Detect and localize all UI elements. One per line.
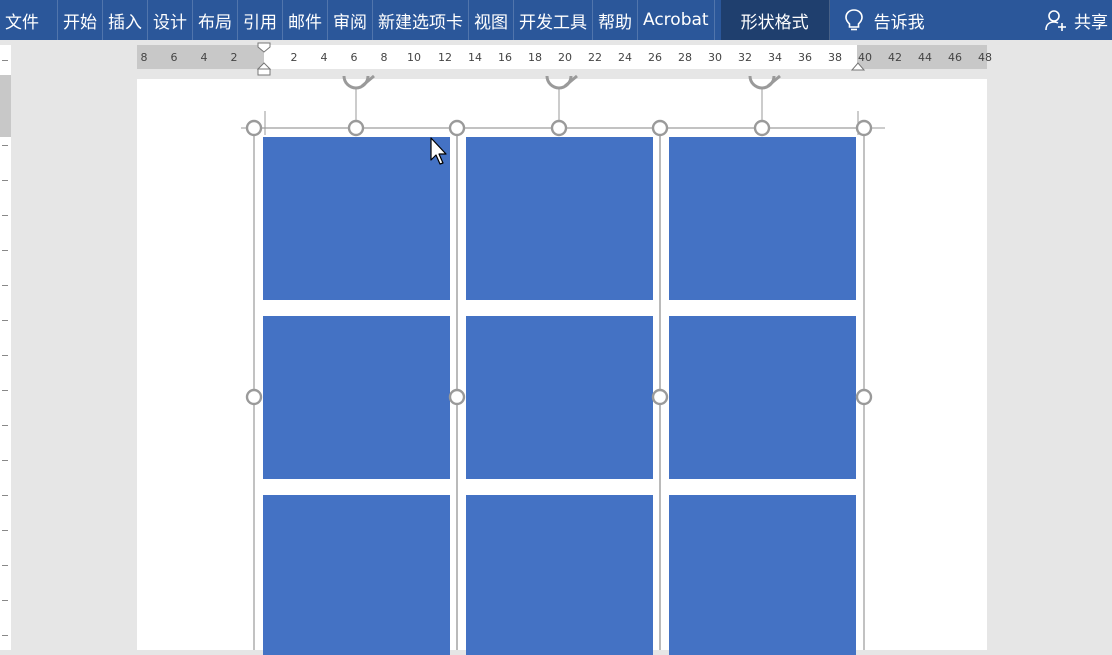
tab-shape-format[interactable]: 形状格式 <box>720 0 830 40</box>
ruler-tick: 12 <box>438 51 452 64</box>
share-label: 共享 <box>1074 12 1108 33</box>
ruler-mark <box>2 530 8 531</box>
tell-me-box[interactable]: 告诉我 <box>844 0 935 40</box>
shape-rectangle[interactable] <box>263 316 450 479</box>
ruler-mark <box>2 60 8 61</box>
tab-developer[interactable]: 开发工具 <box>514 0 593 40</box>
ruler-mark <box>2 600 8 601</box>
tab-label: 开始 <box>63 12 97 33</box>
ruler-tick: 22 <box>588 51 602 64</box>
tab-file[interactable]: 文件 <box>0 0 58 40</box>
ruler-mark <box>2 320 8 321</box>
ruler-tick: 16 <box>498 51 512 64</box>
ruler-tick: 18 <box>528 51 542 64</box>
tab-label: 审阅 <box>333 12 367 33</box>
ruler-tick: 6 <box>350 51 358 64</box>
ruler-tick: 8 <box>140 51 148 64</box>
ruler-tick: 30 <box>708 51 722 64</box>
tab-new-tab[interactable]: 新建选项卡 <box>373 0 469 40</box>
ruler-mark <box>2 215 8 216</box>
person-add-icon <box>1044 8 1068 32</box>
shape-rectangle[interactable] <box>669 316 856 479</box>
indent-marker-icon[interactable] <box>257 42 271 76</box>
ruler-mark <box>2 355 8 356</box>
shape-rectangle[interactable] <box>466 137 653 300</box>
lightbulb-icon <box>844 8 864 32</box>
ruler-tick: 4 <box>200 51 208 64</box>
shape-rectangle[interactable] <box>669 495 856 655</box>
ruler-tick: 48 <box>978 51 992 64</box>
tab-label: 邮件 <box>288 12 322 33</box>
ruler-tick: 32 <box>738 51 752 64</box>
ruler-tick: 10 <box>407 51 421 64</box>
tab-mailings[interactable]: 邮件 <box>283 0 328 40</box>
ruler-tick: 2 <box>230 51 238 64</box>
shape-rectangle[interactable] <box>263 495 450 655</box>
ruler-tick: 28 <box>678 51 692 64</box>
ruler-mark <box>2 390 8 391</box>
share-button[interactable]: 共享 <box>1044 0 1112 40</box>
ruler-tick: 20 <box>558 51 572 64</box>
tab-home[interactable]: 开始 <box>58 0 103 40</box>
ruler-tick: 8 <box>380 51 388 64</box>
tab-references[interactable]: 引用 <box>238 0 283 40</box>
tab-view[interactable]: 视图 <box>469 0 514 40</box>
ruler-mark <box>2 425 8 426</box>
ruler-tick: 34 <box>768 51 782 64</box>
ruler-mark <box>2 495 8 496</box>
tab-label: 布局 <box>198 12 232 33</box>
ruler-tick: 36 <box>798 51 812 64</box>
ruler-mark <box>2 145 8 146</box>
tab-label: 形状格式 <box>740 12 809 33</box>
tab-label: 帮助 <box>598 12 632 33</box>
document-page[interactable] <box>137 79 987 655</box>
shape-rectangle[interactable] <box>466 495 653 655</box>
ruler-tick: 14 <box>468 51 482 64</box>
ruler-mark <box>2 635 8 636</box>
ruler-tick: 38 <box>828 51 842 64</box>
tab-layout[interactable]: 布局 <box>193 0 238 40</box>
ruler-mark <box>2 180 8 181</box>
tab-label: Acrobat <box>643 10 709 30</box>
tab-label: 视图 <box>474 12 508 33</box>
tab-label: 新建选项卡 <box>378 12 463 33</box>
ruler-mark <box>2 565 8 566</box>
ruler-tick: 26 <box>648 51 662 64</box>
ruler-tick: 6 <box>170 51 178 64</box>
ruler-mark <box>2 460 8 461</box>
tell-me-label: 告诉我 <box>873 12 925 33</box>
shape-rectangle[interactable] <box>466 316 653 479</box>
tab-review[interactable]: 审阅 <box>328 0 373 40</box>
ruler-margin-area <box>0 75 11 137</box>
ruler-tick: 44 <box>918 51 932 64</box>
horizontal-ruler[interactable]: 8 6 4 2 2 4 6 8 10 12 14 16 18 20 22 24 … <box>137 42 992 76</box>
shape-rectangle[interactable] <box>669 137 856 300</box>
tab-label: 文件 <box>5 12 39 33</box>
ruler-tick: 4 <box>320 51 328 64</box>
ruler-mark <box>2 285 8 286</box>
ruler-tick: 24 <box>618 51 632 64</box>
shape-rectangle[interactable] <box>263 137 450 300</box>
tab-design[interactable]: 设计 <box>148 0 193 40</box>
tab-label: 设计 <box>153 12 187 33</box>
ruler-mark <box>2 250 8 251</box>
tab-label: 开发工具 <box>519 12 587 33</box>
tab-label: 插入 <box>108 12 142 33</box>
right-indent-marker-icon[interactable] <box>851 60 865 72</box>
tab-insert[interactable]: 插入 <box>103 0 148 40</box>
tab-help[interactable]: 帮助 <box>593 0 638 40</box>
tab-label: 引用 <box>243 12 277 33</box>
tab-acrobat[interactable]: Acrobat <box>638 0 715 40</box>
ruler-tick: 42 <box>888 51 902 64</box>
ruler-tick: 46 <box>948 51 962 64</box>
ribbon-tab-bar: 文件 开始 插入 设计 布局 引用 邮件 审阅 新建选项卡 视图 开发工具 帮助… <box>0 0 1112 40</box>
vertical-ruler[interactable] <box>0 45 11 650</box>
ruler-tick: 2 <box>290 51 298 64</box>
